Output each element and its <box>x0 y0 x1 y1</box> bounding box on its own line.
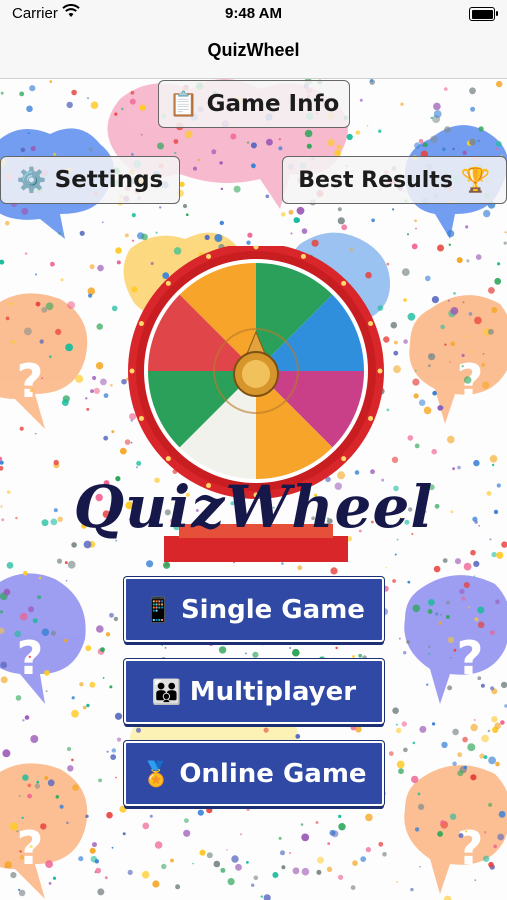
navigation-bar: QuizWheel <box>0 28 507 79</box>
battery-icon <box>469 7 498 21</box>
quizwheel-logo-text: QuizWheel <box>73 473 434 541</box>
page-title: QuizWheel <box>207 40 300 60</box>
online-game-button[interactable]: 🏅 Online Game <box>124 741 384 806</box>
game-info-button[interactable]: 📋 Game Info <box>158 80 350 128</box>
medal-icon: 🏅 <box>141 759 172 788</box>
single-game-button[interactable]: 📱 Single Game <box>124 577 384 642</box>
svg-text:?: ? <box>17 354 44 408</box>
online-game-label: Online Game <box>179 758 367 789</box>
multiplayer-button[interactable]: 👪 Multiplayer <box>124 659 384 724</box>
gear-icon: ⚙️ <box>16 166 47 194</box>
svg-text:?: ? <box>17 821 44 875</box>
settings-label: Settings <box>54 167 164 193</box>
settings-button[interactable]: ⚙️ Settings <box>0 156 180 204</box>
status-time: 9:48 AM <box>225 5 282 22</box>
family-icon: 👪 <box>151 677 182 706</box>
best-results-button[interactable]: Best Results 🏆 <box>282 156 507 204</box>
single-game-label: Single Game <box>180 594 365 625</box>
svg-text:?: ? <box>457 821 484 875</box>
status-bar: Carrier 9:48 AM <box>0 0 507 28</box>
game-info-label: Game Info <box>206 91 340 117</box>
phone-icon: 📱 <box>143 595 173 624</box>
trophy-icon: 🏆 <box>460 166 491 194</box>
multiplayer-label: Multiplayer <box>189 676 357 707</box>
best-results-label: Best Results <box>298 167 453 193</box>
clipboard-icon: 📋 <box>168 90 199 118</box>
